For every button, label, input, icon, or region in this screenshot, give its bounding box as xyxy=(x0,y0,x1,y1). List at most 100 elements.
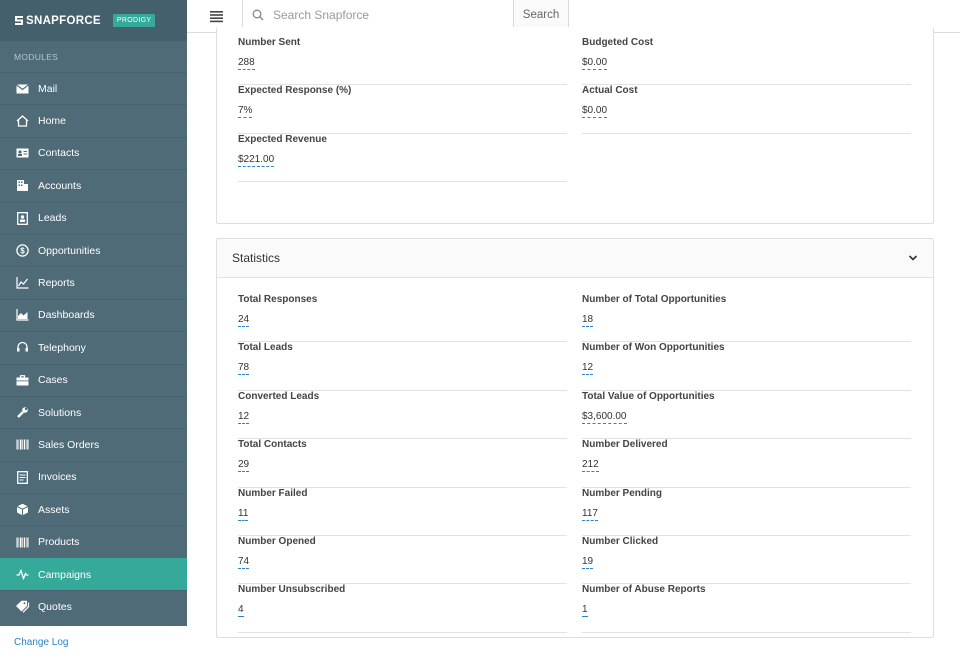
field-value[interactable]: 29 xyxy=(238,459,250,473)
sidebar-item-dashboards[interactable]: Dashboards xyxy=(0,298,187,331)
field-value[interactable]: 74 xyxy=(238,556,250,569)
field-value[interactable]: 117 xyxy=(582,508,598,521)
sidebar-item-label: Assets xyxy=(38,503,70,516)
search-input[interactable] xyxy=(273,0,513,30)
field-number-sent: Number Sent 288 xyxy=(238,37,567,86)
field-value[interactable]: 19 xyxy=(582,556,594,569)
main-content: Number Sent 288 Budgeted Cost $0.00 Expected… xyxy=(187,27,960,638)
field-number-of-abuse-reports: Number of Abuse Reports 1 xyxy=(582,584,911,633)
sidebar-item-mail[interactable]: Mail xyxy=(0,72,187,104)
sidebar-item-invoices[interactable]: Invoices xyxy=(0,460,187,493)
field-number-delivered: Number Delivered 212 xyxy=(582,439,911,488)
field-label: Number of Total Opportunities xyxy=(582,294,727,305)
sidebar-item-label: Sales Orders xyxy=(38,438,100,451)
dollar-circle-icon: $ xyxy=(14,244,30,258)
field-total-value-of-opportunities: Total Value of Opportunities $3,600.00 xyxy=(582,391,911,440)
field-label: Total Responses xyxy=(238,294,318,305)
field-expected-revenue: Expected Revenue $221.00 xyxy=(238,134,567,183)
field-number-of-won-opportunities: Number of Won Opportunities 12 xyxy=(582,342,911,391)
field-value[interactable]: 212 xyxy=(582,459,599,473)
field-number-opened: Number Opened 74 xyxy=(238,536,567,585)
sidebar-item-campaigns[interactable]: Campaigns xyxy=(0,557,187,591)
sidebar-item-sales-orders[interactable]: Sales Orders xyxy=(0,428,187,460)
field-value[interactable]: $0.00 xyxy=(582,105,608,119)
sidebar-item-leads[interactable]: Leads xyxy=(0,201,187,234)
field-value[interactable]: 4 xyxy=(238,604,244,618)
brand-bar: SNAPFORCE PRODIGY xyxy=(0,0,187,41)
field-number-of-total-opportunities: Number of Total Opportunities 18 xyxy=(582,294,911,343)
hamburger-menu-icon[interactable] xyxy=(209,8,225,24)
change-log-link[interactable]: Change Log xyxy=(14,637,69,648)
sidebar-item-label: Cases xyxy=(38,374,68,387)
sidebar-item-label: Solutions xyxy=(38,406,82,419)
sidebar-item-assets[interactable]: Assets xyxy=(0,493,187,525)
field-value[interactable]: 78 xyxy=(238,362,250,376)
snapforce-logo[interactable]: SNAPFORCE xyxy=(14,15,101,27)
sidebar-item-label: Telephony xyxy=(38,341,86,354)
sidebar-item-home[interactable]: Home xyxy=(0,104,187,136)
sidebar-item-telephony[interactable]: Telephony xyxy=(0,331,187,363)
field-total-contacts: Total Contacts 29 xyxy=(238,439,567,488)
line-chart-icon xyxy=(14,276,30,290)
field-value[interactable]: $221.00 xyxy=(238,154,275,167)
lead-icon xyxy=(14,211,30,225)
tags-icon xyxy=(14,600,30,614)
sidebar-item-accounts[interactable]: Accounts xyxy=(0,169,187,201)
field-number-unsubscribed: Number Unsubscribed 4 xyxy=(238,584,567,633)
sidebar-item-label: Campaigns xyxy=(38,568,92,581)
field-converted-leads: Converted Leads 12 xyxy=(238,391,567,440)
field-value[interactable]: $0.00 xyxy=(582,57,608,70)
invoice-icon xyxy=(14,470,30,484)
sidebar-item-label: Contacts xyxy=(38,147,80,160)
field-value[interactable]: 12 xyxy=(238,411,250,424)
brand-name: SNAPFORCE xyxy=(26,14,101,27)
sidebar-item-opportunities[interactable]: $ Opportunities xyxy=(0,233,187,266)
field-value[interactable]: 18 xyxy=(582,314,594,327)
wrench-icon xyxy=(14,406,30,420)
headset-icon xyxy=(14,341,30,355)
sidebar-item-reports[interactable]: Reports xyxy=(0,266,187,298)
field-value[interactable]: 24 xyxy=(238,314,250,327)
sidebar-item-label: Accounts xyxy=(38,179,82,192)
sidebar-item-quotes[interactable]: Quotes xyxy=(0,590,187,622)
field-expected-response: Expected Response (%) 7% xyxy=(238,85,567,134)
sidebar-item-cases[interactable]: Cases xyxy=(0,363,187,396)
field-label: Number Unsubscribed xyxy=(238,584,346,596)
field-label: Number Delivered xyxy=(582,439,668,451)
field-value[interactable]: 7% xyxy=(238,105,253,119)
field-label: Number Pending xyxy=(582,487,663,499)
modules-heading: MODULES xyxy=(14,52,59,62)
field-label: Number Opened xyxy=(238,536,316,547)
pulse-icon xyxy=(14,568,30,582)
sidebar-item-label: Invoices xyxy=(38,471,77,484)
statistics-title: Statistics xyxy=(232,251,281,265)
sidebar: SNAPFORCE PRODIGY MODULES Mail Home Contac… xyxy=(0,0,187,626)
barcode-icon xyxy=(14,438,30,452)
chevron-down-icon[interactable] xyxy=(908,249,918,267)
home-icon xyxy=(14,114,30,128)
field-value[interactable]: 1 xyxy=(582,604,588,618)
search-icon xyxy=(243,0,273,30)
sidebar-item-solutions[interactable]: Solutions xyxy=(0,395,187,428)
field-label: Number of Abuse Reports xyxy=(582,584,706,596)
barcode-icon xyxy=(14,535,30,549)
svg-text:$: $ xyxy=(20,247,25,256)
sidebar-item-products[interactable]: Products xyxy=(0,525,187,557)
sidebar-item-contacts[interactable]: Contacts xyxy=(0,136,187,169)
field-value[interactable]: 288 xyxy=(238,57,255,70)
field-value[interactable]: 11 xyxy=(238,508,249,521)
field-number-clicked: Number Clicked 19 xyxy=(582,536,911,585)
sidebar-item-label: Reports xyxy=(38,277,75,290)
field-total-responses: Total Responses 24 xyxy=(238,294,567,343)
search-button[interactable]: Search xyxy=(513,0,568,30)
field-label: Total Contacts xyxy=(238,439,307,451)
statistics-panel: Statistics Total Responses 24 Number of To… xyxy=(216,238,934,638)
contact-card-icon xyxy=(14,146,30,160)
field-value[interactable]: $3,600.00 xyxy=(582,411,627,424)
sidebar-item-label: Leads xyxy=(38,212,67,225)
statistics-header[interactable]: Statistics xyxy=(217,239,933,278)
area-chart-icon xyxy=(14,308,30,322)
field-value[interactable]: 12 xyxy=(582,362,594,376)
field-label: Budgeted Cost xyxy=(582,37,654,48)
sidebar-item-label: Home xyxy=(38,115,67,128)
